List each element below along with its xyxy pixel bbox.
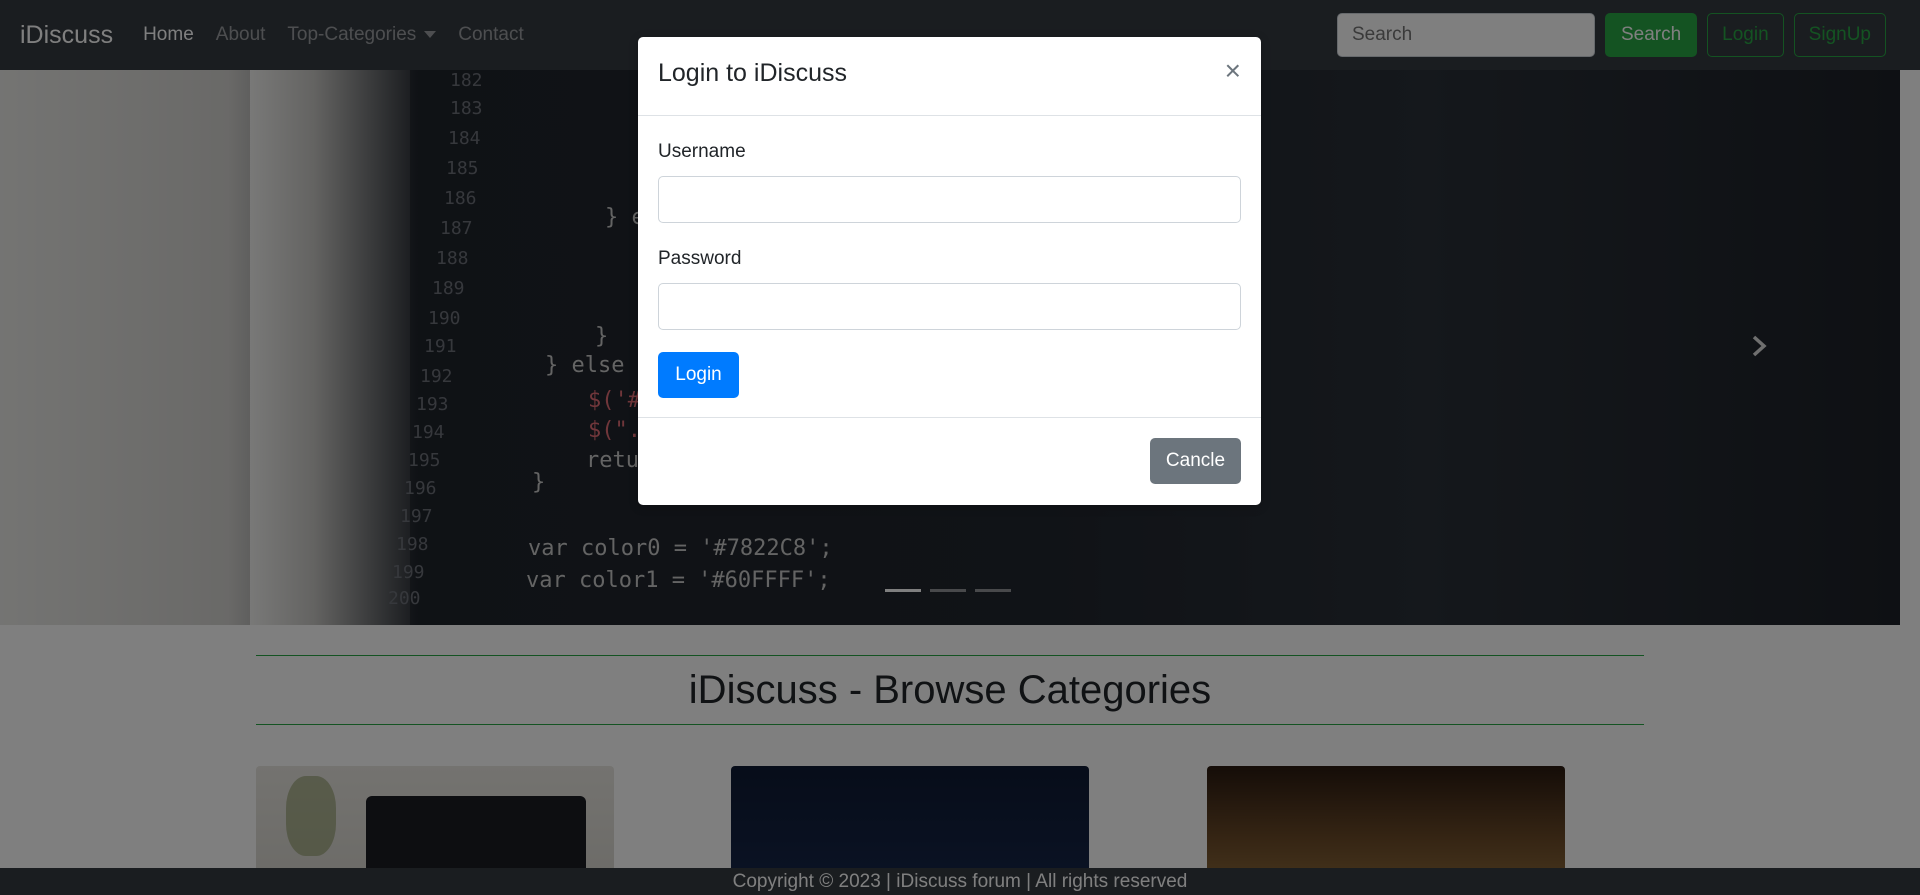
- modal-header: Login to iDiscuss ×: [638, 37, 1261, 116]
- modal-title: Login to iDiscuss: [658, 59, 847, 87]
- username-label: Username: [658, 141, 746, 162]
- modal-login-button[interactable]: Login: [658, 352, 739, 398]
- username-input[interactable]: [658, 176, 1241, 223]
- cancel-button[interactable]: Cancle: [1150, 438, 1241, 484]
- password-input[interactable]: [658, 283, 1241, 330]
- password-label: Password: [658, 248, 742, 269]
- close-icon[interactable]: ×: [1225, 57, 1241, 85]
- modal-footer: Cancle: [638, 417, 1261, 506]
- login-modal: Login to iDiscuss × Username Password Lo…: [638, 37, 1261, 505]
